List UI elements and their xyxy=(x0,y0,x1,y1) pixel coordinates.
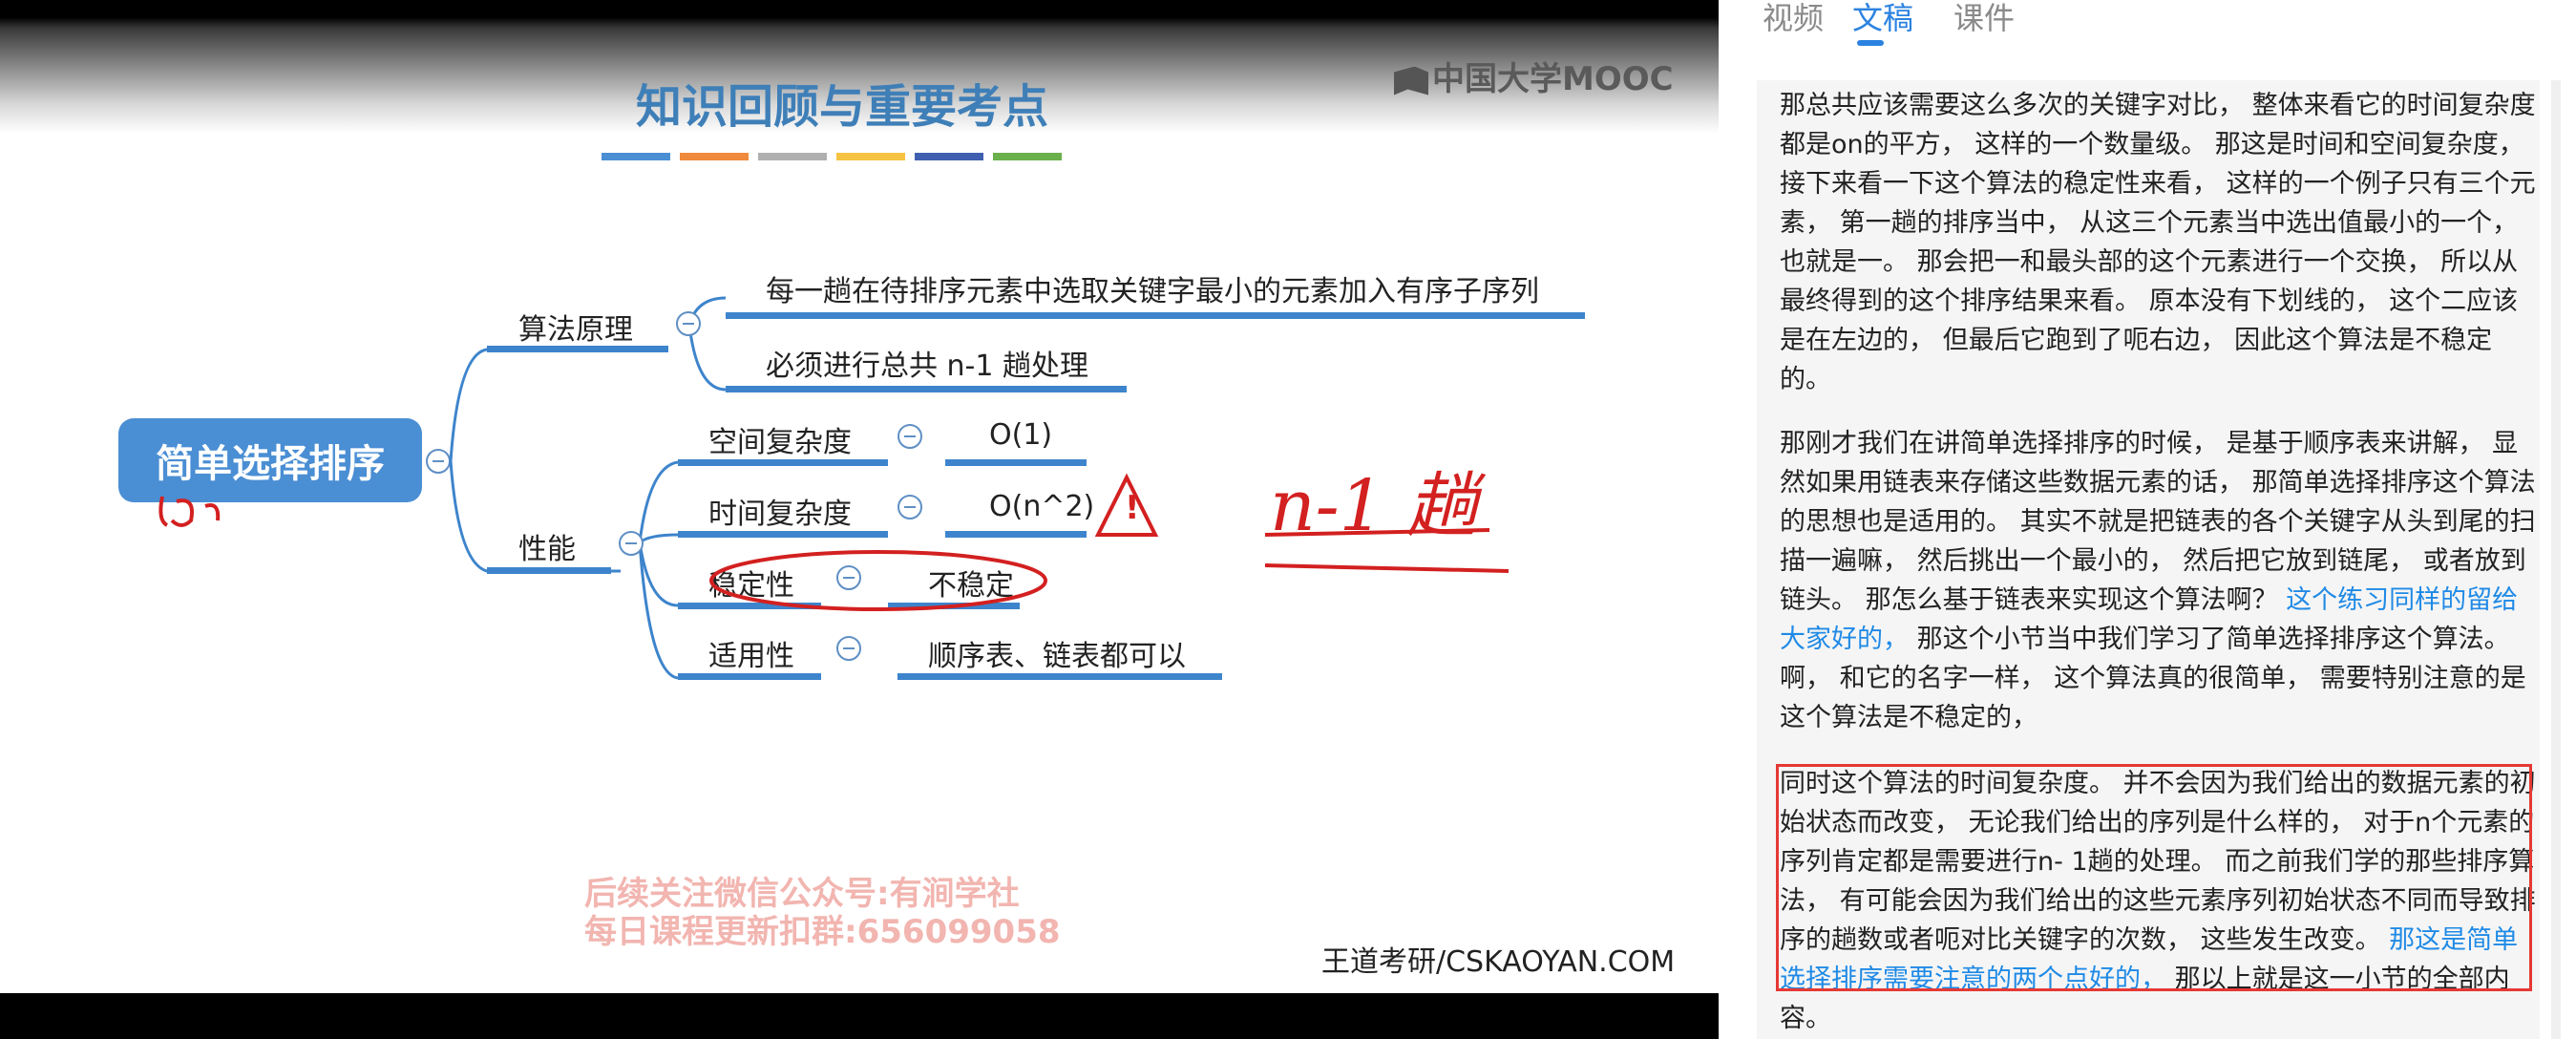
transcript-highlight-box xyxy=(1776,764,2532,991)
tab-transcript[interactable]: 文稿 xyxy=(1852,0,1913,38)
active-tab-indicator xyxy=(1857,40,1884,46)
transcript-paragraph-2: 那刚才我们在讲简单选择排序的时候， 是基于顺序表来讲解， 显然如果用链表来存储这… xyxy=(1780,424,2544,737)
video-bottom-bar xyxy=(0,993,1719,1039)
video-player[interactable]: 中国大学MOOC 知识回顾与重要考点 简单选择排序 算法原理 每一趟在待排序元素… xyxy=(0,0,1719,1039)
slide-credit: 王道考研/CSKAOYAN.COM xyxy=(1321,945,1676,979)
handwritten-note: n-1 趟 xyxy=(1270,465,1478,547)
handwritten-warning-mark: ! xyxy=(1125,489,1140,527)
tab-video[interactable]: 视频 xyxy=(1763,0,1824,38)
tab-courseware[interactable]: 课件 xyxy=(1953,0,2015,38)
watermark-line-2: 每日课程更新扣群:656099058 xyxy=(584,913,1061,951)
transcript-scrollbar[interactable] xyxy=(2551,80,2561,1039)
transcript-paragraph-1: 那总共应该需要这么多次的关键字对比， 整体来看它的时间复杂度都是on的平方， 这… xyxy=(1780,91,2536,394)
